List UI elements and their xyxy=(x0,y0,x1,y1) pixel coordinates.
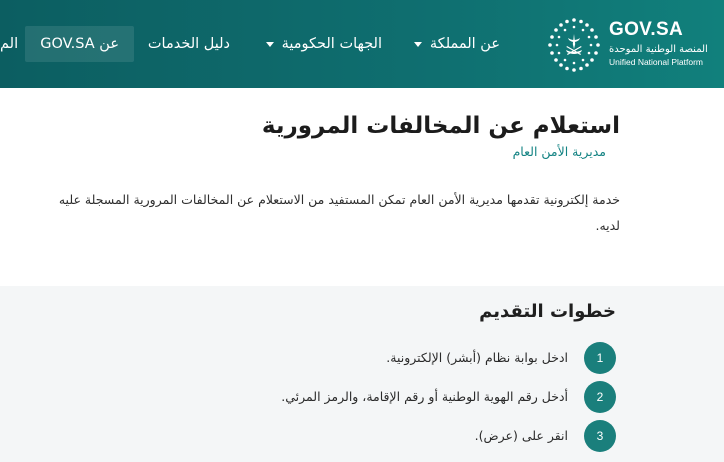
page-title: استعلام عن المخالفات المرورية xyxy=(261,113,620,139)
nav-more[interactable]: الم xyxy=(0,26,18,62)
step-number-badge: 1 xyxy=(584,342,616,374)
step-item: 1 ادخل بوابة نظام (أبشر) الإلكترونية. xyxy=(216,342,616,374)
step-text: انقر على (عرض). xyxy=(474,428,568,443)
chevron-down-icon xyxy=(265,41,274,47)
steps-title: خطوات التقديم xyxy=(479,301,616,322)
site-header: GOV.SA المنصة الوطنية الموحدة Unified Na… xyxy=(0,0,724,88)
step-number-badge: 3 xyxy=(584,420,616,452)
nav-about-govsa[interactable]: عن GOV.SA xyxy=(25,26,134,62)
nav-label: دليل الخدمات xyxy=(147,36,230,52)
step-item: 2 أدخل رقم الهوية الوطنية أو رقم الإقامة… xyxy=(216,381,616,413)
nav-label: الم xyxy=(0,36,19,52)
service-description-line-2: لديه. xyxy=(595,218,620,233)
nav-label: عن المملكة xyxy=(429,36,500,52)
chevron-down-icon xyxy=(413,41,422,47)
nav-government-entities[interactable]: الجهات الحكومية xyxy=(265,26,382,62)
logo-subtitle-ar: المنصة الوطنية الموحدة xyxy=(609,44,708,55)
saudi-emblem-icon xyxy=(548,18,600,72)
service-description-line-1: خدمة إلكترونية تقدمها مديرية الأمن العام… xyxy=(58,192,620,207)
logo-title: GOV.SA xyxy=(609,19,683,40)
step-text: ادخل بوابة نظام (أبشر) الإلكترونية. xyxy=(386,350,568,365)
step-text: أدخل رقم الهوية الوطنية أو رقم الإقامة، … xyxy=(281,389,568,404)
step-number-badge: 2 xyxy=(584,381,616,413)
application-steps: خطوات التقديم 1 ادخل بوابة نظام (أبشر) ا… xyxy=(0,286,724,462)
govsa-logo[interactable]: GOV.SA المنصة الوطنية الموحدة Unified Na… xyxy=(545,14,721,74)
nav-label: عن GOV.SA xyxy=(40,36,119,52)
nav-label: الجهات الحكومية xyxy=(281,36,382,52)
nav-about-kingdom[interactable]: عن المملكة xyxy=(413,26,500,62)
service-provider-link[interactable]: مديرية الأمن العام xyxy=(513,142,606,162)
step-item: 3 انقر على (عرض). xyxy=(216,420,616,452)
logo-subtitle-en: Unified National Platform xyxy=(609,57,704,67)
nav-services-guide[interactable]: دليل الخدمات xyxy=(148,26,230,62)
